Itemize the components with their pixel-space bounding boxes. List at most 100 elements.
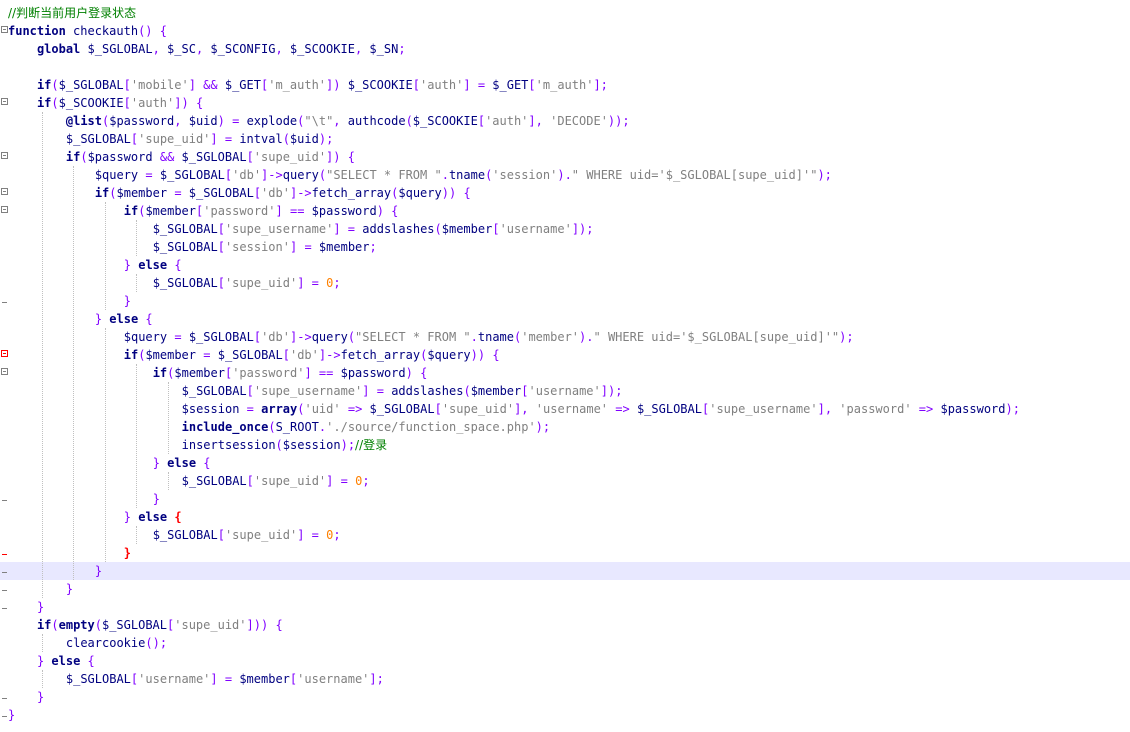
fold-toggle-icon[interactable]	[1, 26, 8, 33]
code-line[interactable]: } else {	[0, 310, 1130, 328]
code-text: $_SGLOBAL['supe_username'] = addslashes(…	[181, 384, 623, 398]
code-text: if($member = $_SGLOBAL['db']->fetch_arra…	[123, 348, 500, 362]
indent-guide	[41, 112, 43, 598]
fold-toggle-icon[interactable]	[1, 206, 8, 213]
code-text: }	[123, 546, 131, 560]
indent-guide	[168, 472, 169, 490]
code-line[interactable]: if($_SGLOBAL['mobile'] && $_GET['m_auth'…	[0, 76, 1130, 94]
code-line[interactable]	[0, 58, 1130, 76]
code-line[interactable]: }	[0, 292, 1130, 310]
code-text: $_SGLOBAL['supe_uid'] = 0;	[152, 528, 341, 542]
code-line[interactable]: if($member = $_SGLOBAL['db']->fetch_arra…	[0, 346, 1130, 364]
fold-toggle-icon[interactable]	[1, 98, 8, 105]
code-text: $session = array('uid' => $_SGLOBAL['sup…	[181, 402, 1020, 416]
indent-guide	[104, 202, 106, 310]
indent-guide	[136, 364, 138, 508]
fold-end-marker	[2, 590, 7, 591]
code-text: }	[36, 600, 45, 614]
code-text: if($member['password'] == $password) {	[152, 366, 428, 380]
fold-end-marker	[2, 302, 7, 303]
indent-guide	[136, 526, 138, 544]
code-text: //判断当前用户登录状态	[8, 6, 137, 20]
code-line[interactable]: if($member = $_SGLOBAL['db']->fetch_arra…	[0, 184, 1130, 202]
code-line[interactable]: $_SGLOBAL['supe_uid'] = 0;	[0, 472, 1130, 490]
code-text: if($_SCOOKIE['auth']) {	[36, 96, 204, 110]
code-line[interactable]: $_SGLOBAL['supe_uid'] = 0;	[0, 526, 1130, 544]
code-text: }	[65, 582, 74, 596]
code-line[interactable]: if(empty($_SGLOBAL['supe_uid'])) {	[0, 616, 1130, 634]
code-line[interactable]: } else {	[0, 652, 1130, 670]
fold-end-marker	[2, 500, 7, 501]
code-line[interactable]: $_SGLOBAL['supe_uid'] = intval($uid);	[0, 130, 1130, 148]
code-line[interactable]: $query = $_SGLOBAL['db']->query("SELECT …	[0, 166, 1130, 184]
fold-toggle-icon[interactable]	[1, 152, 8, 159]
code-line[interactable]: }	[0, 580, 1130, 598]
fold-toggle-icon[interactable]	[1, 188, 8, 195]
fold-end-marker	[2, 554, 7, 555]
code-text: } else {	[36, 654, 95, 668]
fold-end-marker	[2, 572, 7, 573]
code-text: $_SGLOBAL['username'] = $member['usernam…	[65, 672, 384, 686]
code-line[interactable]: function checkauth() {	[0, 22, 1130, 40]
code-line[interactable]: $_SGLOBAL['supe_username'] = addslashes(…	[0, 220, 1130, 238]
code-line[interactable]: $_SGLOBAL['supe_uid'] = 0;	[0, 274, 1130, 292]
code-editor[interactable]: //判断当前用户登录状态 function checkauth() { globa…	[0, 0, 1130, 732]
fold-end-marker	[2, 608, 7, 609]
code-line[interactable]: $_SGLOBAL['username'] = $member['usernam…	[0, 670, 1130, 688]
code-text: if($password && $_SGLOBAL['supe_uid']) {	[65, 150, 355, 164]
code-line[interactable]: }	[0, 544, 1130, 562]
code-text: $_SGLOBAL['supe_uid'] = 0;	[152, 276, 341, 290]
code-line[interactable]: @list($password, $uid) = explode("\t", a…	[0, 112, 1130, 130]
code-line[interactable]: clearcookie();	[0, 634, 1130, 652]
code-text: if(empty($_SGLOBAL['supe_uid'])) {	[36, 618, 283, 632]
code-text: } else {	[94, 312, 153, 326]
code-text: } else {	[123, 510, 182, 524]
code-text: }	[36, 690, 45, 704]
indent-guide	[136, 220, 138, 256]
indent-guide	[41, 634, 43, 652]
code-text: function checkauth() {	[8, 24, 167, 38]
code-line[interactable]: }	[0, 706, 1130, 724]
indent-guide	[168, 382, 169, 454]
code-line[interactable]: } else {	[0, 454, 1130, 472]
code-line[interactable]: }	[0, 598, 1130, 616]
fold-end-marker	[2, 698, 7, 699]
code-text: }	[8, 708, 16, 722]
code-line[interactable]: } else {	[0, 256, 1130, 274]
code-text: global $_SGLOBAL, $_SC, $_SCONFIG, $_SCO…	[36, 42, 406, 56]
code-line[interactable]: $_SGLOBAL['session'] = $member;	[0, 238, 1130, 256]
code-text: if($member['password'] == $password) {	[123, 204, 399, 218]
code-text: }	[94, 564, 103, 578]
code-text: if($member = $_SGLOBAL['db']->fetch_arra…	[94, 186, 471, 200]
code-line[interactable]: }	[0, 490, 1130, 508]
code-line[interactable]: } else {	[0, 508, 1130, 526]
indent-guide	[136, 274, 138, 292]
code-line[interactable]: if($member['password'] == $password) {	[0, 364, 1130, 382]
code-text: $_SGLOBAL['supe_uid'] = 0;	[181, 474, 370, 488]
code-line[interactable]: }	[0, 562, 1130, 580]
code-text: }	[123, 294, 131, 308]
code-line[interactable]: if($member['password'] == $password) {	[0, 202, 1130, 220]
code-text: if($_SGLOBAL['mobile'] && $_GET['m_auth'…	[36, 78, 608, 92]
code-text: $_SGLOBAL['supe_uid'] = intval($uid);	[65, 132, 334, 146]
code-line[interactable]: include_once(S_ROOT.'./source/function_s…	[0, 418, 1130, 436]
code-line[interactable]: global $_SGLOBAL, $_SC, $_SCONFIG, $_SCO…	[0, 40, 1130, 58]
code-line[interactable]: $session = array('uid' => $_SGLOBAL['sup…	[0, 400, 1130, 418]
code-line[interactable]: }	[0, 688, 1130, 706]
indent-guide	[41, 670, 43, 688]
code-line[interactable]: if($_SCOOKIE['auth']) {	[0, 94, 1130, 112]
code-text: include_once(S_ROOT.'./source/function_s…	[181, 420, 551, 434]
code-line[interactable]: if($password && $_SGLOBAL['supe_uid']) {	[0, 148, 1130, 166]
code-line[interactable]: $query = $_SGLOBAL['db']->query("SELECT …	[0, 328, 1130, 346]
code-line[interactable]: //判断当前用户登录状态	[0, 4, 1130, 22]
code-line[interactable]: $_SGLOBAL['supe_username'] = addslashes(…	[0, 382, 1130, 400]
fold-toggle-icon[interactable]	[1, 350, 8, 357]
code-text: $query = $_SGLOBAL['db']->query("SELECT …	[123, 330, 854, 344]
fold-toggle-icon[interactable]	[1, 368, 8, 375]
code-text: insertsession($session);//登录	[181, 438, 388, 452]
code-line[interactable]: insertsession($session);//登录	[0, 436, 1130, 454]
code-text: } else {	[123, 258, 182, 272]
fold-end-marker	[2, 716, 7, 717]
code-text: $_SGLOBAL['session'] = $member;	[152, 240, 377, 254]
indent-guide	[73, 166, 75, 580]
